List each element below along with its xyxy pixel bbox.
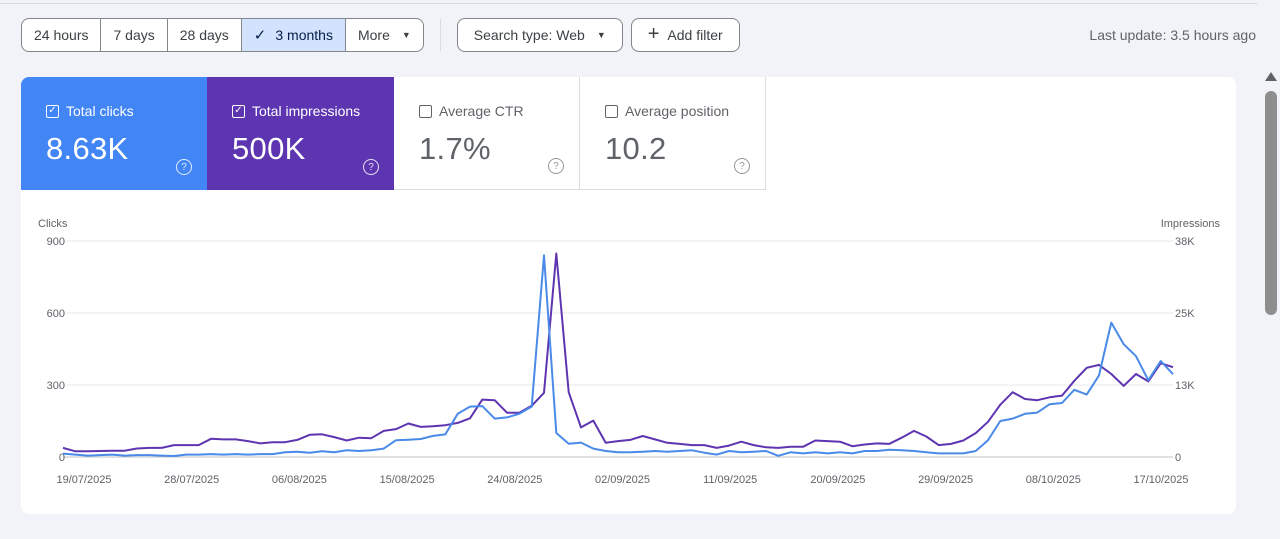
metric-value: 10.2: [605, 131, 667, 166]
last-update-text: Last update: 3.5 hours ago: [1089, 27, 1256, 43]
checkbox-checked-icon: ✓: [46, 104, 59, 118]
help-icon[interactable]: ?: [363, 159, 379, 175]
checkbox-unchecked-icon: [419, 104, 432, 118]
x-tick-label: 08/10/2025: [1026, 474, 1081, 486]
impressions-series-line: [62, 252, 1174, 453]
range-24-hours[interactable]: 24 hours: [22, 19, 102, 51]
range-3-months[interactable]: ✓ 3 months: [241, 19, 346, 51]
metric-label: Average CTR: [439, 103, 524, 119]
plus-icon: +: [647, 23, 660, 45]
x-tick-label: 15/08/2025: [380, 474, 435, 486]
metric-value: 500K: [232, 131, 306, 166]
x-tick-label: 28/07/2025: [164, 474, 219, 486]
checkbox-unchecked-icon: [605, 104, 618, 118]
vertical-scrollbar[interactable]: [1262, 70, 1280, 539]
y-tick-label-right: 25K: [1175, 308, 1195, 320]
date-toolbar: 24 hours 7 days 28 days ✓ 3 months More ▼ …: [21, 18, 740, 52]
help-icon[interactable]: ?: [548, 158, 564, 174]
y-tick-label-right: 38K: [1175, 236, 1195, 248]
performance-chart[interactable]: Clicks Impressions900 38K600 25K300 13K0 019/…: [21, 191, 1236, 514]
help-icon[interactable]: ?: [176, 159, 192, 175]
y-tick-label-left: 600: [47, 308, 65, 320]
metric-label: Average position: [625, 103, 730, 119]
toolbar-divider: [439, 19, 441, 51]
x-tick-label: 20/09/2025: [810, 474, 865, 486]
x-tick-label: 19/07/2025: [56, 474, 111, 486]
scroll-up-arrow-icon[interactable]: [1265, 72, 1277, 81]
date-range-selector: 24 hours 7 days 28 days ✓ 3 months More ▼: [21, 18, 424, 52]
y-tick-label-right: 13K: [1175, 380, 1195, 392]
x-tick-label: 02/09/2025: [595, 474, 650, 486]
range-more-dropdown[interactable]: More ▼: [346, 19, 423, 51]
y-axis-title-right: Impressions: [1161, 218, 1221, 230]
x-tick-label: 17/10/2025: [1133, 474, 1188, 486]
y-tick-label-left: 900: [47, 236, 65, 248]
range-28-days[interactable]: 28 days: [168, 19, 242, 51]
scroll-thumb[interactable]: [1265, 91, 1277, 315]
metric-total-clicks[interactable]: ✓ Total clicks 8.63K ?: [21, 77, 207, 190]
performance-card: ✓ Total clicks 8.63K ? ✓ Total impressions…: [21, 77, 1236, 514]
add-filter-button[interactable]: + Add filter: [630, 18, 740, 52]
search-type-filter[interactable]: Search type: Web ▼: [456, 18, 623, 52]
metric-label: Total impressions: [252, 103, 361, 119]
x-tick-label: 24/08/2025: [487, 474, 542, 486]
y-tick-label-right: 0: [1175, 452, 1181, 464]
metric-value: 8.63K: [46, 131, 129, 166]
metric-value: 1.7%: [419, 131, 491, 166]
x-tick-label: 06/08/2025: [272, 474, 327, 486]
x-tick-label: 11/09/2025: [703, 474, 757, 486]
checkbox-checked-icon: ✓: [232, 104, 245, 118]
dropdown-caret-icon: ▼: [596, 30, 606, 40]
range-7-days[interactable]: 7 days: [101, 19, 168, 51]
metric-label: Total clicks: [66, 103, 134, 119]
metric-tabs: ✓ Total clicks 8.63K ? ✓ Total impressions…: [21, 77, 1236, 191]
check-icon: ✓: [253, 27, 267, 44]
y-axis-title-left: Clicks: [38, 218, 68, 230]
y-tick-label-left: 300: [47, 380, 65, 392]
clicks-series-line: [62, 254, 1174, 457]
dropdown-caret-icon: ▼: [401, 30, 411, 40]
x-tick-label: 29/09/2025: [918, 474, 973, 486]
top-divider: [0, 0, 1258, 4]
metric-average-position[interactable]: Average position 10.2 ?: [580, 77, 766, 190]
metric-average-ctr[interactable]: Average CTR 1.7% ?: [394, 77, 580, 190]
metric-total-impressions[interactable]: ✓ Total impressions 500K ?: [207, 77, 394, 190]
help-icon[interactable]: ?: [734, 158, 750, 174]
